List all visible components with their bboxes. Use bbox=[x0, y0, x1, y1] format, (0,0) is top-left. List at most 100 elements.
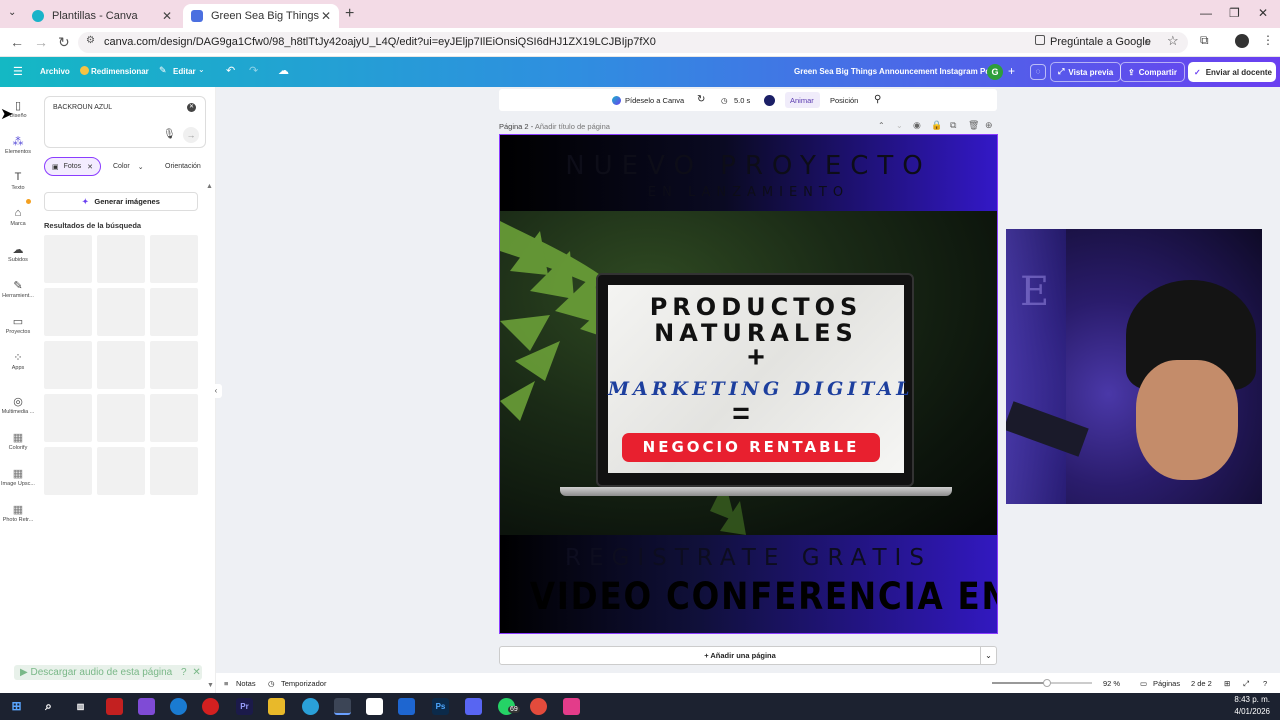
redo-icon[interactable]: ↷ bbox=[249, 64, 258, 77]
paint-format-icon[interactable]: ⚲ bbox=[874, 94, 881, 105]
hide-page-icon[interactable]: ◉ bbox=[913, 120, 921, 131]
duplicate-icon[interactable]: ⧉ bbox=[950, 120, 956, 131]
restore-icon[interactable]: ❐ bbox=[1229, 6, 1240, 20]
productos-text[interactable]: PRODUCTOS bbox=[608, 293, 904, 321]
close-tab-icon[interactable]: ✕ bbox=[321, 9, 331, 23]
preview-button[interactable]: ⤢ Vista previa bbox=[1050, 62, 1122, 82]
scroll-down-icon[interactable]: ▼ bbox=[207, 682, 214, 689]
result-placeholder[interactable] bbox=[150, 341, 198, 389]
rail-item-projects[interactable]: ▭ Proyectos bbox=[0, 315, 36, 335]
remove-filter-icon[interactable]: ✕ bbox=[87, 163, 93, 171]
clock-time[interactable]: 8:43 p. m. bbox=[1220, 695, 1270, 704]
reload-icon[interactable]: ↻ bbox=[58, 34, 70, 51]
new-tab-icon[interactable]: + bbox=[345, 5, 354, 23]
position-button[interactable]: Posición bbox=[830, 96, 858, 105]
profile-avatar[interactable] bbox=[1235, 34, 1249, 48]
photoshop-icon[interactable]: Ps bbox=[432, 698, 449, 715]
submit-search-icon[interactable]: → bbox=[183, 127, 199, 143]
design-page[interactable]: NUEVO PROYECTO EN LANZAMIENTO PRODUCTOS … bbox=[499, 134, 998, 634]
conference-text[interactable]: VIDEO CONFERENCIA EN VIVO bbox=[530, 575, 997, 618]
register-text[interactable]: REGISTRATE GRATIS bbox=[500, 545, 997, 571]
discord-icon[interactable] bbox=[465, 698, 482, 715]
zoom-level[interactable]: 92 % bbox=[1103, 679, 1120, 688]
app-icon-1[interactable] bbox=[106, 698, 123, 715]
pages-button[interactable]: Páginas bbox=[1153, 679, 1180, 688]
windows-start-icon[interactable]: ⊞ bbox=[8, 698, 25, 715]
result-placeholder[interactable] bbox=[44, 235, 92, 283]
rail-item-uploads[interactable]: ☁ Subidos bbox=[0, 243, 36, 263]
site-info-icon[interactable]: ⚙ bbox=[86, 35, 95, 46]
help-icon[interactable]: ? bbox=[181, 667, 187, 678]
generate-images-button[interactable]: ✦ Generar imágenes bbox=[44, 192, 198, 211]
resize-button[interactable]: Redimensionar bbox=[91, 67, 149, 76]
rail-item-tools[interactable]: ✎ Herramient... bbox=[0, 279, 36, 299]
edge-icon[interactable] bbox=[170, 698, 187, 715]
user-avatar[interactable]: G bbox=[987, 64, 1003, 80]
result-placeholder[interactable] bbox=[97, 447, 145, 495]
undo-icon[interactable]: ↶ bbox=[226, 64, 235, 77]
heading-text[interactable]: NUEVO PROYECTO bbox=[500, 151, 997, 181]
tab-list-chevron-icon[interactable]: ⌄ bbox=[8, 7, 16, 18]
bookmark-star-icon[interactable]: ☆ bbox=[1167, 33, 1179, 49]
telegram-icon[interactable] bbox=[302, 698, 319, 715]
app-icon-3[interactable] bbox=[530, 698, 547, 715]
rail-item-brand[interactable]: ⌂ Marca bbox=[0, 207, 36, 227]
url-text[interactable]: canva.com/design/DAG9ga1Cfw0/98_h8tlTtJy… bbox=[104, 36, 656, 48]
result-placeholder[interactable] bbox=[44, 288, 92, 336]
result-placeholder[interactable] bbox=[44, 341, 92, 389]
clock-date[interactable]: 4/01/2026 bbox=[1220, 707, 1270, 716]
comments-icon[interactable]: ◌ bbox=[1030, 64, 1046, 80]
close-window-icon[interactable]: ✕ bbox=[1258, 6, 1268, 20]
forward-icon[interactable]: → bbox=[34, 34, 48, 50]
browser-tab-plantillas[interactable]: Plantillas - Canva ✕ bbox=[24, 4, 180, 28]
color-swatch[interactable] bbox=[764, 95, 775, 106]
help-icon[interactable]: ? bbox=[1263, 679, 1267, 688]
file-explorer-icon[interactable] bbox=[268, 698, 285, 715]
result-placeholder[interactable] bbox=[97, 341, 145, 389]
ask-canva-button[interactable]: Pídeselo a Canva bbox=[625, 96, 684, 105]
fullscreen-icon[interactable]: ⤢ bbox=[1243, 679, 1249, 689]
file-menu[interactable]: Archivo bbox=[40, 67, 70, 76]
minimize-icon[interactable]: — bbox=[1200, 6, 1212, 20]
result-placeholder[interactable] bbox=[44, 394, 92, 442]
page-title-input[interactable]: Añadir título de página bbox=[535, 122, 610, 131]
filter-chip-photos[interactable]: ▣ Fotos ✕ bbox=[44, 157, 102, 176]
back-icon[interactable]: ← bbox=[10, 34, 24, 50]
add-page-menu-icon[interactable]: ⌄ bbox=[980, 646, 997, 665]
duration-button[interactable]: 5.0 s bbox=[734, 96, 750, 105]
opera-icon[interactable] bbox=[202, 698, 219, 715]
chrome-icon[interactable] bbox=[334, 698, 351, 715]
search-icon[interactable]: ⌕ bbox=[40, 698, 57, 715]
browser-tab-design[interactable]: Green Sea Big Things Announce ✕ bbox=[183, 4, 339, 28]
add-page-button[interactable]: + Añadir una página bbox=[499, 646, 981, 665]
move-down-icon[interactable]: ⌄ bbox=[896, 121, 903, 130]
rail-item-apps[interactable]: ⁘ Apps bbox=[0, 351, 36, 371]
scroll-up-icon[interactable]: ▲ bbox=[206, 183, 213, 190]
send-to-teacher-button[interactable]: ✓ Enviar al docente bbox=[1188, 62, 1276, 82]
add-collaborator-icon[interactable]: + bbox=[1008, 64, 1015, 78]
ask-google-button[interactable]: Pregúntale a Google bbox=[1050, 36, 1151, 48]
result-placeholder[interactable] bbox=[44, 447, 92, 495]
app-icon-4[interactable] bbox=[563, 698, 580, 715]
timer-button[interactable]: Temporizador bbox=[281, 679, 326, 688]
zoom-slider-handle[interactable] bbox=[1043, 679, 1051, 687]
share-button[interactable]: ⇪ Compartir bbox=[1120, 62, 1185, 82]
rail-item-elements[interactable]: ⁂ Elementos bbox=[0, 135, 36, 155]
rail-item-colorify[interactable]: ▦ Colorify bbox=[0, 431, 36, 451]
plus-sign[interactable]: + bbox=[608, 341, 904, 375]
search-value[interactable]: BACKROUN AZUL bbox=[53, 104, 112, 111]
filter-chip-orientation[interactable]: Orientación bbox=[158, 157, 208, 176]
refresh-icon[interactable]: ↻ bbox=[697, 94, 705, 105]
app-icon-2[interactable] bbox=[138, 698, 155, 715]
equals-sign[interactable]: = bbox=[608, 397, 874, 431]
close-tab-icon[interactable]: ✕ bbox=[162, 9, 172, 23]
rail-item-photo[interactable]: ▦ Photo Retr... bbox=[0, 503, 36, 523]
zoom-icon[interactable]: ⌕ bbox=[1145, 34, 1152, 49]
microphone-icon[interactable]: 🎙 bbox=[163, 129, 176, 140]
capcut-icon[interactable] bbox=[366, 698, 383, 715]
lock-icon[interactable]: 🔒 bbox=[931, 120, 942, 131]
download-audio-bar[interactable]: ▶ Descargar audio de esta página ? ✕ bbox=[14, 665, 202, 680]
notes-button[interactable]: Notas bbox=[236, 679, 256, 688]
result-placeholder[interactable] bbox=[150, 394, 198, 442]
result-placeholder[interactable] bbox=[150, 235, 198, 283]
